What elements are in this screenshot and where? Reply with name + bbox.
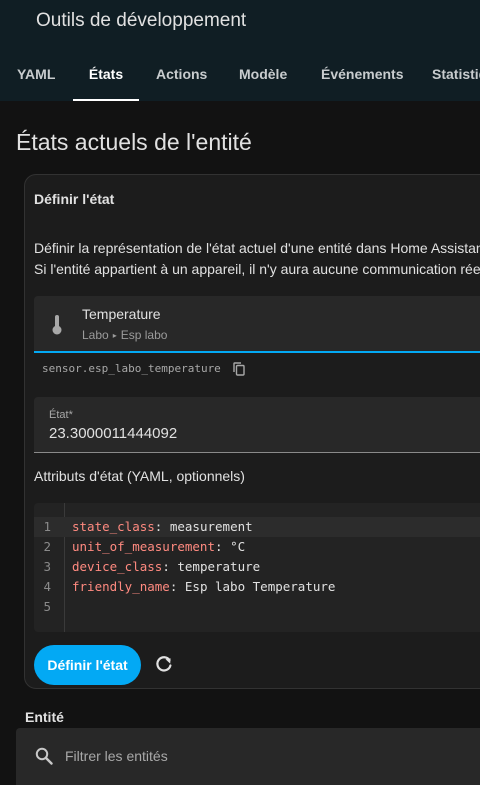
yaml-separator: : — [169, 579, 185, 594]
app-title: Outils de développement — [36, 10, 247, 31]
line-number: 5 — [43, 599, 51, 614]
attributes-label: Attributs d'état (YAML, optionnels) — [34, 468, 245, 484]
breadcrumb-separator-icon: ▸ — [112, 331, 117, 340]
state-field[interactable]: État* 23.3000011444092 — [34, 397, 480, 453]
yaml-value: °C — [230, 539, 246, 554]
state-field-value[interactable]: 23.3000011444092 — [49, 425, 177, 442]
tab-statistics[interactable]: Statistiques — [432, 48, 480, 101]
entity-area-name: Labo — [82, 328, 109, 342]
top-app-bar: Outils de développement YAML États Actio… — [0, 0, 480, 101]
entity-id: sensor.esp_labo_temperature — [42, 362, 221, 375]
entity-device-name: Esp labo — [120, 328, 168, 342]
card-header: Définir l'état — [34, 191, 115, 207]
yaml-value: Esp labo Temperature — [184, 579, 336, 594]
tab-events[interactable]: Événements — [321, 48, 403, 101]
entity-filter-input[interactable]: Filtrer les entités — [16, 728, 480, 785]
entity-name: Temperature — [82, 306, 161, 322]
yaml-key: unit_of_measurement — [72, 539, 215, 554]
yaml-separator: : — [215, 539, 231, 554]
tab-states[interactable]: États — [73, 48, 139, 101]
tab-template[interactable]: Modèle — [239, 48, 287, 101]
search-icon — [35, 747, 53, 770]
card-description: Définir la représentation de l'état actu… — [34, 238, 480, 280]
yaml-value: temperature — [177, 559, 261, 574]
yaml-separator: : — [154, 519, 170, 534]
set-state-card: Définir l'état Définir la représentation… — [24, 174, 480, 689]
code-line: 1 state_class: measurement — [34, 517, 480, 537]
tab-bar: YAML États Actions Modèle Événements Sta… — [0, 48, 480, 101]
yaml-editor[interactable]: 1 state_class: measurement 2 unit_of_mea… — [34, 503, 480, 632]
refresh-icon[interactable] — [154, 654, 174, 679]
set-state-button[interactable]: Définir l'état — [34, 645, 141, 685]
description-line: Définir la représentation de l'état actu… — [34, 240, 480, 256]
yaml-key: state_class — [72, 519, 155, 534]
line-number: 4 — [43, 579, 51, 594]
line-number: 2 — [43, 539, 51, 554]
yaml-key: device_class — [72, 559, 163, 574]
entity-location: Labo ▸ Esp labo — [82, 328, 167, 342]
filter-placeholder: Filtrer les entités — [65, 748, 168, 764]
yaml-separator: : — [162, 559, 178, 574]
line-number: 1 — [43, 519, 51, 534]
description-line: Si l'entité appartient à un appareil, il… — [34, 261, 480, 277]
thermometer-icon — [50, 314, 64, 341]
entities-section-label: Entité — [25, 709, 64, 725]
yaml-key: friendly_name — [72, 579, 170, 594]
tab-actions[interactable]: Actions — [156, 48, 207, 101]
copy-icon[interactable] — [233, 362, 245, 381]
yaml-value: measurement — [169, 519, 253, 534]
tab-yaml[interactable]: YAML — [17, 48, 55, 101]
state-field-label: État* — [49, 409, 73, 421]
line-number: 3 — [43, 559, 51, 574]
entity-picker[interactable]: Temperature Labo ▸ Esp labo — [34, 296, 480, 353]
page-title: États actuels de l'entité — [16, 129, 252, 155]
